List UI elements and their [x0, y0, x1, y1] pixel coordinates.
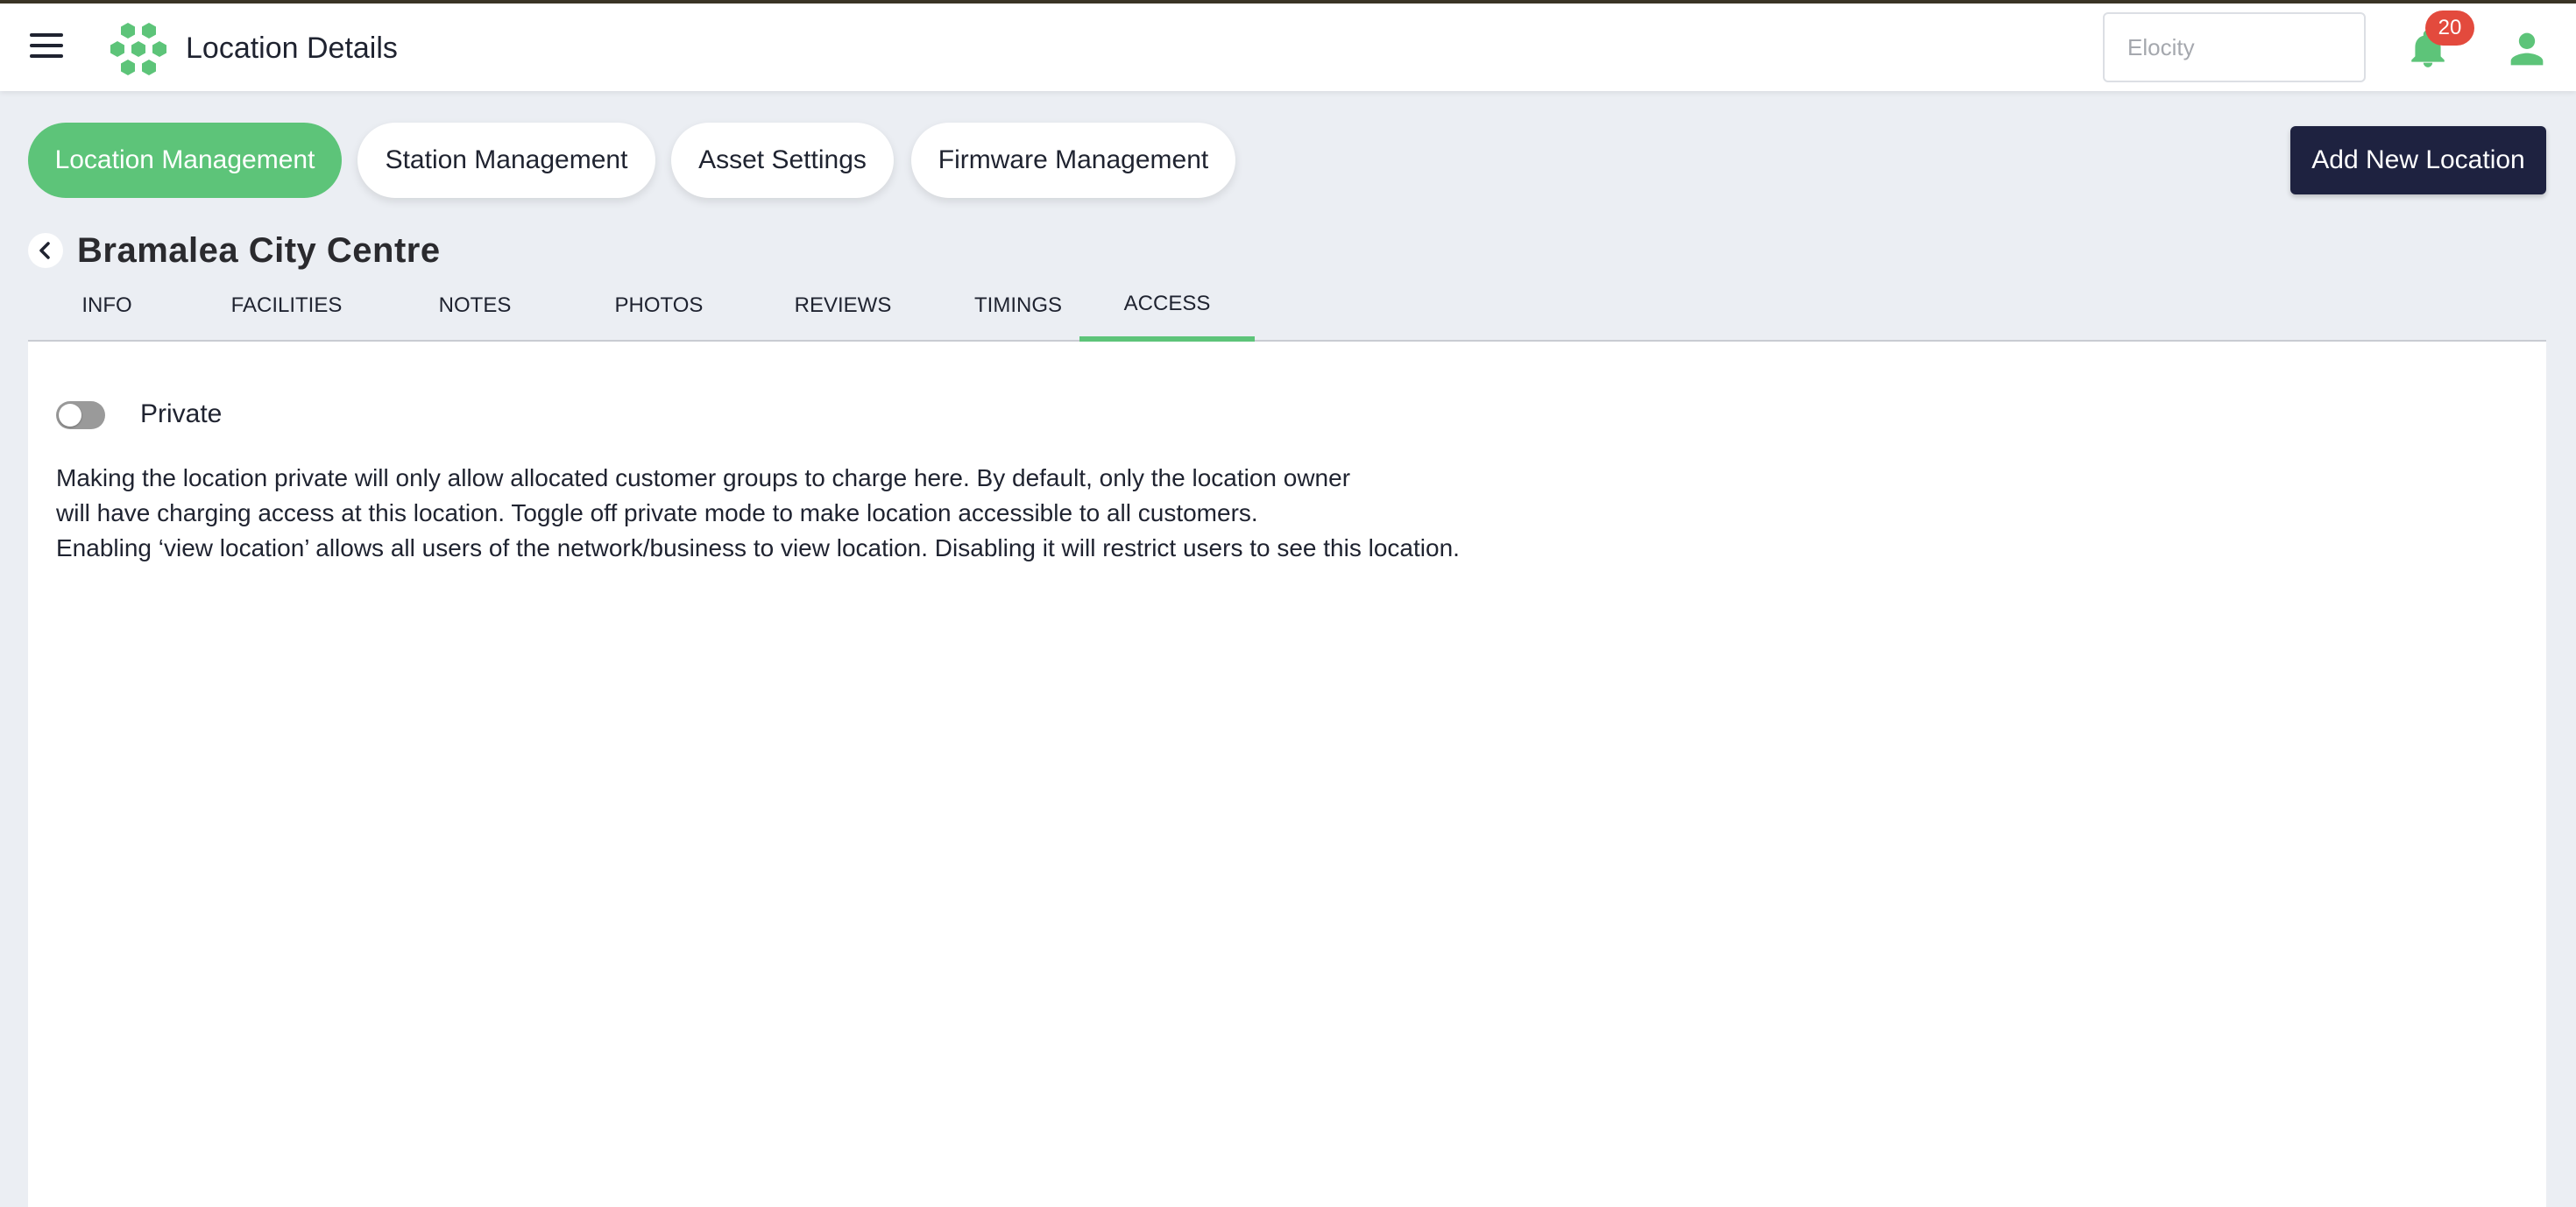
access-panel: Private Making the location private will… [28, 342, 2546, 1207]
description-line: will have charging access at this locati… [56, 499, 1258, 526]
nav-pill-asset-settings[interactable]: Asset Settings [671, 123, 894, 198]
tab-facilities[interactable]: FACILITIES [221, 273, 352, 342]
tab-access[interactable]: ACCESS [1079, 273, 1255, 343]
hamburger-icon[interactable] [30, 33, 67, 61]
tab-photos[interactable]: PHOTOS [589, 273, 729, 342]
private-toggle-label: Private [140, 399, 223, 428]
toggle-knob [59, 404, 81, 427]
access-description: Making the location private will only al… [56, 461, 1460, 566]
app-header: Location Details 20 [0, 4, 2576, 91]
user-icon[interactable] [2508, 28, 2546, 70]
search-input[interactable] [2103, 12, 2366, 82]
description-line: Enabling ‘view location’ allows all user… [56, 534, 1460, 561]
header-title: Location Details [186, 32, 398, 65]
page-title: Bramalea City Centre [77, 231, 441, 270]
nav-pill-firmware-management[interactable]: Firmware Management [911, 123, 1235, 198]
description-line: Making the location private will only al… [56, 464, 1351, 491]
location-tabs: INFO FACILITIES NOTES PHOTOS REVIEWS TIM… [28, 273, 2546, 343]
tab-info[interactable]: INFO [63, 273, 151, 342]
hexagon-cluster-logo [110, 23, 166, 75]
notification-count-badge: 20 [2425, 11, 2474, 46]
tab-reviews[interactable]: REVIEWS [764, 273, 922, 342]
tab-timings[interactable]: TIMINGS [939, 273, 1097, 342]
nav-pill-location-management[interactable]: Location Management [28, 123, 342, 198]
private-toggle[interactable] [56, 401, 105, 429]
back-button[interactable] [28, 233, 63, 268]
add-new-location-button[interactable]: Add New Location [2290, 126, 2546, 194]
nav-pill-station-management[interactable]: Station Management [357, 123, 655, 198]
tab-notes[interactable]: NOTES [414, 273, 536, 342]
chevron-left-icon [39, 242, 50, 259]
